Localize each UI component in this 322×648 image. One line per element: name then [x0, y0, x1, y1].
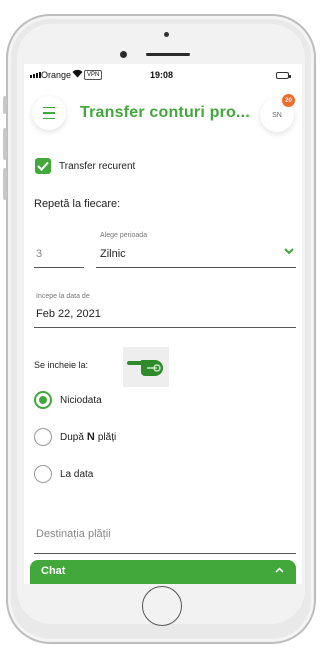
recurring-checkbox[interactable] [35, 158, 51, 174]
carrier-name: Orange [41, 70, 72, 80]
page-title: Transfer conturi pro... [80, 104, 250, 121]
front-camera [164, 32, 169, 37]
mute-switch [3, 96, 7, 114]
menu-icon[interactable] [32, 96, 66, 130]
radio-after-payments-text: plăți [97, 432, 117, 443]
chevron-down-icon [284, 248, 294, 255]
radio-never-label[interactable]: Niciodata [60, 395, 102, 406]
volume-up-button [3, 128, 7, 160]
period-select[interactable]: Alege perioada Zilnic [96, 228, 296, 268]
repeat-every-label: Repetă la fiecare: [34, 198, 121, 210]
volume-down-button [3, 168, 7, 200]
repeat-count-value: 3 [36, 248, 43, 260]
sensor-dot [120, 51, 127, 58]
recurring-checkbox-label[interactable]: Transfer recurent [59, 161, 135, 172]
start-date-value: Feb 22, 2021 [36, 308, 101, 320]
notification-badge: 20 [282, 94, 295, 107]
radio-never[interactable] [34, 391, 52, 409]
period-select-value: Zilnic [100, 248, 126, 260]
radio-after-n: N [86, 431, 95, 443]
chevron-up-icon [275, 567, 284, 573]
check-icon [37, 161, 49, 171]
vpn-indicator: VPN [84, 70, 103, 80]
app-header: Transfer conturi pro... SN 20 [24, 86, 302, 138]
destination-placeholder: Destinația plății [36, 528, 111, 540]
ends-on-label: Se incheie la: [34, 360, 89, 370]
status-time: 19:08 [150, 70, 174, 80]
radio-on-date-label[interactable]: La data [60, 469, 93, 480]
home-button[interactable] [142, 586, 182, 626]
period-select-label: Alege perioada [100, 232, 148, 239]
battery-icon [276, 72, 291, 79]
wifi-icon [72, 69, 83, 80]
radio-after-n-payments-label[interactable]: După Nplăți [60, 431, 116, 443]
start-date-label: Incepe la data de [36, 293, 90, 300]
radio-after-text: După [60, 432, 84, 443]
radio-on-date[interactable] [34, 465, 52, 483]
avatar-initials: SN [272, 111, 282, 119]
chat-bar[interactable]: Chat [30, 560, 296, 584]
start-date-input[interactable]: Incepe la data de Feb 22, 2021 [34, 290, 296, 328]
destination-input[interactable]: Destinația plății [34, 528, 296, 554]
pointing-hand-icon [123, 347, 169, 387]
signal-icon [30, 72, 41, 78]
repeat-count-input[interactable]: 3 [34, 234, 84, 268]
app-screen: Orange VPN 19:08 Transfer conturi pro...… [24, 64, 302, 584]
chat-label: Chat [41, 565, 66, 577]
status-bar: Orange VPN 19:08 [24, 64, 302, 86]
badge-count: 20 [285, 97, 292, 104]
radio-after-n-payments[interactable] [34, 428, 52, 446]
earpiece-speaker [146, 53, 190, 56]
